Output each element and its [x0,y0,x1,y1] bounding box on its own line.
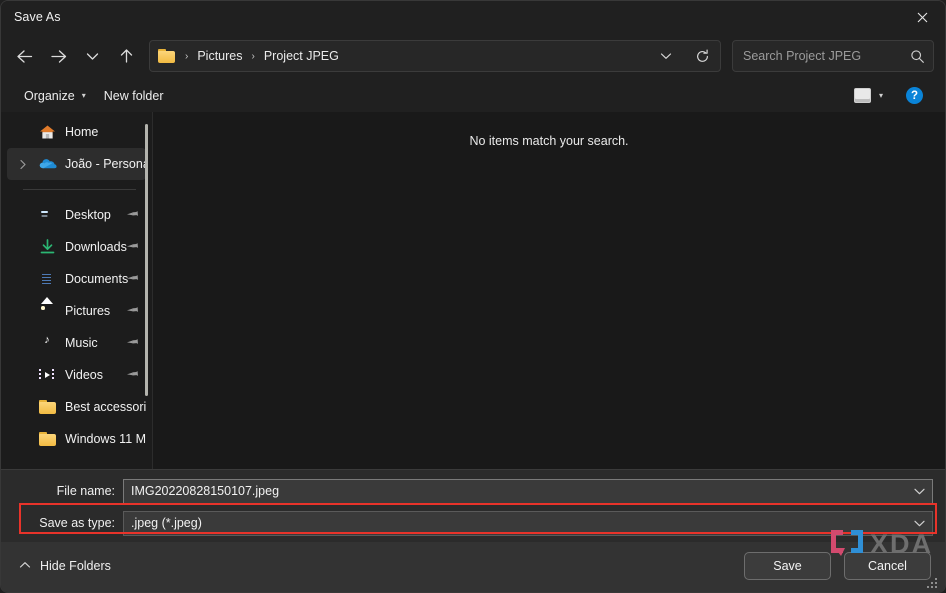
hide-folders-label: Hide Folders [40,559,111,573]
sidebar-item-label: Downloads [65,240,127,254]
close-icon[interactable] [899,2,945,33]
file-list[interactable]: No items match your search. [153,112,945,469]
expander-chevron-right-icon[interactable] [17,159,29,170]
search-box[interactable] [732,40,934,72]
address-chevron-down-icon[interactable] [648,41,684,71]
new-folder-label: New folder [103,88,164,103]
search-input[interactable] [743,49,910,63]
recent-locations-chevron-down-icon[interactable] [75,40,109,72]
organize-button[interactable]: Organize ▾ [15,84,95,108]
save-as-type-chevron-down-icon[interactable] [906,520,932,527]
sidebar-item-pictures[interactable]: Pictures [7,295,146,327]
folder-icon [39,431,56,448]
save-as-type-row: Save as type: .jpeg (*.jpeg) [1,510,945,536]
pin-icon[interactable] [124,206,141,224]
breadcrumb-project-jpeg[interactable]: Project JPEG [262,47,341,65]
window-title: Save As [14,10,61,24]
sidebar-item-downloads[interactable]: Downloads [7,231,146,263]
pin-icon[interactable] [124,302,141,320]
view-mode-icon [853,88,871,103]
view-mode-button[interactable]: ▾ [847,84,890,107]
folder-icon [158,48,176,64]
downloads-icon [39,238,56,256]
file-form: File name: IMG20220828150107.jpeg Save a… [1,469,945,542]
new-folder-button[interactable]: New folder [95,84,173,108]
dialog-body: Home João - Personal Desktop Downloads D… [1,112,945,469]
save-button[interactable]: Save [744,552,831,580]
sidebar-item-home[interactable]: Home [7,116,146,148]
sidebar-item-best-accessories[interactable]: Best accessories [7,391,146,423]
breadcrumb-separator: › [185,50,189,62]
view-chevron-down-icon: ▾ [878,91,883,100]
help-icon[interactable]: ? [906,87,923,104]
pin-icon[interactable] [124,366,141,384]
resize-grip[interactable] [927,576,939,588]
pin-icon[interactable] [124,334,141,352]
up-arrow-icon[interactable] [109,40,143,72]
sidebar-divider [23,189,136,190]
sidebar-item-label: Videos [65,368,103,382]
refresh-icon[interactable] [684,41,720,71]
sidebar-item-label: Home [65,125,99,139]
desktop-icon [39,207,56,224]
back-arrow-icon[interactable] [7,40,41,72]
sidebar-item-label: Music [65,336,98,350]
pictures-icon [39,303,56,320]
file-name-value[interactable]: IMG20220828150107.jpeg [131,484,906,498]
empty-state-message: No items match your search. [469,134,629,148]
sidebar-item-label: João - Personal [65,157,146,171]
address-bar[interactable]: › Pictures › Project JPEG [149,40,721,72]
sidebar-item-label: Documents [65,272,129,286]
hide-folders-button[interactable]: Hide Folders [15,556,115,576]
sidebar-item-documents[interactable]: Documents [7,263,146,295]
save-as-type-value[interactable]: .jpeg (*.jpeg) [131,516,906,530]
breadcrumb-separator: › [251,50,255,62]
onedrive-cloud-icon [39,156,57,173]
organize-chevron-down-icon: ▾ [81,91,86,100]
command-bar: Organize ▾ New folder ▾ ? [1,79,945,112]
chevron-up-icon [19,561,31,571]
save-as-type-combo[interactable]: .jpeg (*.jpeg) [123,510,933,536]
sidebar-item-videos[interactable]: Videos [7,359,146,391]
file-name-row: File name: IMG20220828150107.jpeg [1,478,945,504]
search-icon[interactable] [910,49,925,64]
forward-arrow-icon[interactable] [41,40,75,72]
music-icon [39,335,56,352]
breadcrumb-pictures[interactable]: Pictures [195,47,244,65]
save-as-type-label: Save as type: [39,516,115,530]
file-name-label: File name: [56,484,115,498]
home-icon [39,124,56,141]
title-bar: Save As [1,1,945,33]
navigation-pane: Home João - Personal Desktop Downloads D… [1,112,153,469]
sidebar-scrollbar[interactable] [145,124,148,396]
file-name-combo[interactable]: IMG20220828150107.jpeg [123,478,933,504]
save-as-dialog: Save As › Pictures › Project JPEG Search… [0,0,946,593]
sidebar-item-label: Desktop [65,208,111,222]
organize-label: Organize [24,88,75,103]
sidebar-item-music[interactable]: Music [7,327,146,359]
videos-icon [39,367,56,384]
folder-icon [39,399,56,416]
sidebar-item-joao-personal[interactable]: João - Personal [7,148,146,180]
navigation-bar: › Pictures › Project JPEG [1,33,945,79]
sidebar-item-label: Pictures [65,304,111,318]
action-bar: Hide Folders Save Cancel [1,542,945,592]
sidebar-item-desktop[interactable]: Desktop [7,199,146,231]
file-name-chevron-down-icon[interactable] [906,488,932,495]
sidebar-item-label: Windows 11 Mo [65,432,146,446]
documents-icon [39,271,56,288]
sidebar-item-windows-11-mo[interactable]: Windows 11 Mo [7,423,146,455]
sidebar-item-label: Best accessories [65,400,146,414]
cancel-button[interactable]: Cancel [844,552,931,580]
